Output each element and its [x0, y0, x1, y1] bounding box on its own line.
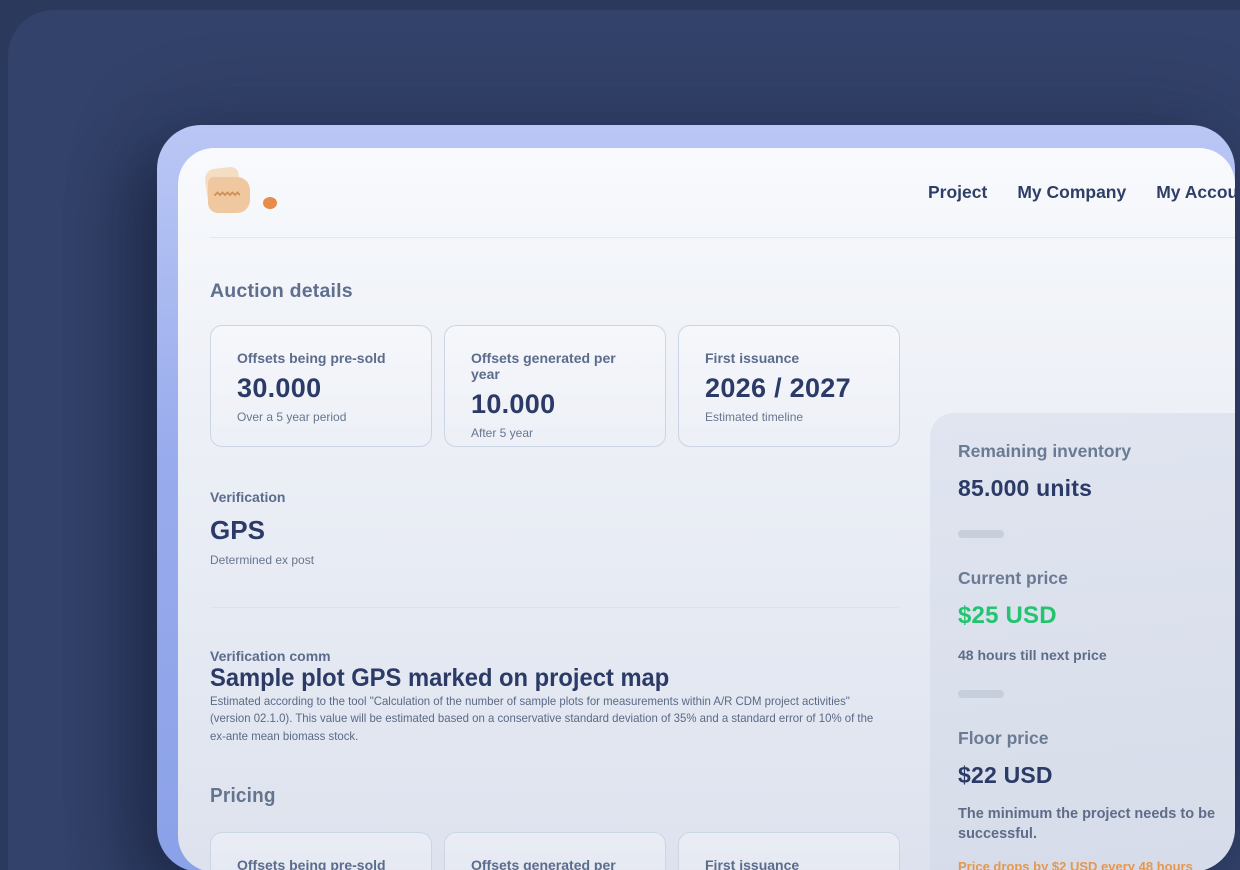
auction-details-panel: Auction details Offsets being pre-sold 3… [178, 238, 900, 870]
stat-card-first-issuance: First issuance 2026 / 2027 Estimated tim… [678, 325, 900, 447]
stat-label: First issuance [705, 857, 800, 870]
verification-comm-field: Verification comm Sample plot GPS marked… [210, 648, 900, 745]
pricing-title: Pricing [210, 785, 276, 808]
sidebar-divider-pill [958, 530, 1004, 538]
logo-body-shape [208, 177, 250, 213]
pricing-stats-row: Offsets being pre-sold Offsets generated… [210, 832, 900, 870]
nav-item-project[interactable]: Project [928, 182, 987, 203]
stat-card-offsets-per-year: Offsets generated per year 10.000 After … [444, 325, 666, 447]
current-price-sub: 48 hours till next price [958, 647, 1107, 663]
floor-price-block: Floor price $22 USD The minimum the proj… [958, 728, 1215, 870]
verification-comm-body: Estimated according to the tool "Calcula… [210, 694, 874, 743]
main-nav: Project My Company My Account [928, 148, 1235, 237]
remaining-inventory-value: 85.000 units [958, 475, 1093, 501]
page: Project My Company My Account Auction de… [0, 0, 1240, 870]
floor-price-label: Floor price [958, 728, 1049, 748]
logo-squiggle-icon [214, 191, 240, 197]
current-price-block: Current price $25 USD 48 hours till next… [958, 568, 1211, 663]
remaining-inventory-label: Remaining inventory [958, 441, 1132, 461]
verification-comm-title: Sample plot GPS marked on project map [210, 664, 670, 692]
verification-value: GPS [210, 515, 265, 545]
stat-label: First issuance [705, 350, 800, 366]
verification-label: Verification [210, 489, 286, 505]
stat-sub: Over a 5 year period [237, 410, 347, 424]
section-divider [210, 607, 899, 608]
floor-price-value: $22 USD [958, 762, 1053, 788]
auction-details-title: Auction details [210, 280, 353, 302]
stat-value: 2026 / 2027 [705, 373, 851, 403]
stat-card-offsets-presold: Offsets being pre-sold 30.000 Over a 5 y… [210, 325, 432, 447]
stat-sub: After 5 year [471, 426, 534, 440]
logo-dot-shape [263, 197, 277, 209]
auction-stats-row: Offsets being pre-sold 30.000 Over a 5 y… [210, 325, 900, 447]
current-price-label: Current price [958, 568, 1068, 588]
nav-item-my-company[interactable]: My Company [1017, 182, 1126, 203]
stat-label: Offsets being pre-sold [237, 857, 386, 870]
nav-item-my-account[interactable]: My Account [1156, 182, 1235, 203]
wallet-logo-icon[interactable] [203, 166, 277, 217]
current-price-value: $25 USD [958, 602, 1057, 629]
verification-field: Verification GPS Determined ex post [210, 489, 900, 567]
remaining-inventory-block: Remaining inventory 85.000 units [958, 441, 1211, 502]
pricing-card-first-issuance: First issuance [678, 832, 900, 870]
pricing-card-offsets-per-year: Offsets generated per year [444, 832, 666, 870]
app-window: Project My Company My Account Auction de… [178, 148, 1235, 870]
verification-sub: Determined ex post [210, 553, 315, 567]
sidebar-divider-pill [958, 690, 1004, 698]
content-area: Auction details Offsets being pre-sold 3… [178, 238, 1235, 870]
pricing-card-offsets-presold: Offsets being pre-sold [210, 832, 432, 870]
verification-comm-label: Verification comm [210, 648, 331, 664]
floor-price-desc: The minimum the project needs to be succ… [958, 806, 1216, 842]
stat-label: Offsets generated per year [471, 857, 616, 870]
top-nav-bar: Project My Company My Account [178, 148, 1235, 237]
floor-price-note: Price drops by $2 USD every 48 hours [958, 859, 1193, 870]
stat-value: 10.000 [471, 389, 556, 419]
stat-value: 30.000 [237, 373, 322, 403]
stat-label: Offsets being pre-sold [237, 350, 386, 366]
auction-sidebar: Remaining inventory 85.000 units Current… [930, 413, 1235, 870]
stat-sub: Estimated timeline [705, 410, 804, 424]
stat-label: Offsets generated per year [471, 350, 616, 382]
